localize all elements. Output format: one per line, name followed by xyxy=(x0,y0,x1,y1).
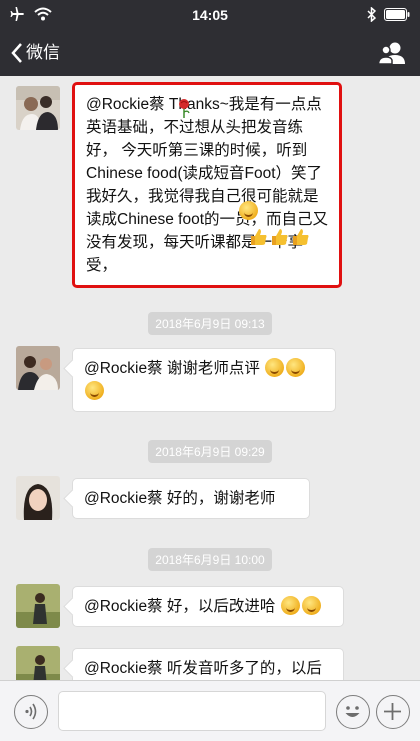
thumbs-up-icon xyxy=(293,229,309,245)
message-bubble[interactable]: @Rockie蔡 谢谢老师点评 xyxy=(72,348,336,412)
avatar[interactable] xyxy=(16,86,60,130)
input-bar xyxy=(0,680,420,741)
smile-emoji-icon xyxy=(286,358,306,377)
battery-icon xyxy=(384,8,410,21)
emoji-button[interactable] xyxy=(336,695,370,729)
message-text: @Rockie蔡 谢谢老师点评 xyxy=(84,360,260,377)
message-input[interactable] xyxy=(58,691,326,731)
message-text: @Rockie蔡 听发音听多了的，以后慢慢会有改进哈，一抹一抹 xyxy=(84,660,322,677)
message-bubble[interactable]: @Rockie蔡 Thanks~我是有一点点英语基础，不过想从头把发音练好， 今… xyxy=(72,82,342,288)
back-button[interactable]: 微信 xyxy=(10,39,60,67)
chat-area[interactable]: @Rockie蔡 Thanks~我是有一点点英语基础，不过想从头把发音练好， 今… xyxy=(0,76,420,680)
thinking-emoji-icon xyxy=(280,596,300,615)
smiley-icon xyxy=(345,706,360,717)
voice-button[interactable] xyxy=(14,695,48,729)
avatar[interactable] xyxy=(16,476,60,520)
thumbs-up-icon xyxy=(272,229,288,245)
avatar-photo xyxy=(16,584,60,628)
message-bubble[interactable]: @Rockie蔡 好的，谢谢老师 xyxy=(72,478,310,519)
avatar-photo xyxy=(16,476,60,520)
rose-icon xyxy=(179,99,190,118)
more-button[interactable] xyxy=(376,695,410,729)
timestamp: 2018年6月9日 09:29 xyxy=(0,440,420,463)
avatar[interactable] xyxy=(16,584,60,628)
status-right xyxy=(367,7,410,22)
smile-emoji-icon xyxy=(265,358,285,377)
timestamp: 2018年6月9日 10:00 xyxy=(0,548,420,571)
thinking-emoji-icon xyxy=(301,596,321,615)
plus-icon xyxy=(384,703,401,720)
nav-bar: 微信 xyxy=(0,30,420,76)
clock: 14:05 xyxy=(192,7,228,23)
avatar[interactable] xyxy=(16,646,60,680)
thumbs-up-icon xyxy=(251,229,267,245)
voice-icon xyxy=(25,703,37,720)
avatar-photo xyxy=(16,346,60,390)
laughing-emoji-icon xyxy=(239,201,258,220)
avatar-photo xyxy=(16,86,60,130)
message-bubble[interactable]: @Rockie蔡 听发音听多了的，以后慢慢会有改进哈，一抹一抹 xyxy=(72,648,344,680)
bluetooth-icon xyxy=(367,7,376,22)
contacts-icon xyxy=(377,42,405,65)
chevron-left-icon xyxy=(11,43,22,63)
message-text: @Rockie蔡 好，以后改进哈 xyxy=(84,598,276,615)
message-text: @Rockie蔡 Thanks~我是有一点点英语基础，不过想从头把发音练好， 今… xyxy=(86,96,329,274)
chat-info-button[interactable] xyxy=(377,40,406,66)
timestamp: 2018年6月9日 09:13 xyxy=(0,312,420,335)
avatar-photo xyxy=(16,646,60,680)
avatar[interactable] xyxy=(16,346,60,390)
message-bubble[interactable]: @Rockie蔡 好，以后改进哈 xyxy=(72,586,344,627)
smile-emoji-icon xyxy=(85,381,104,400)
status-bar: 14:05 xyxy=(0,0,420,30)
message-text: @Rockie蔡 好的，谢谢老师 xyxy=(84,490,276,507)
back-label: 微信 xyxy=(26,43,60,62)
